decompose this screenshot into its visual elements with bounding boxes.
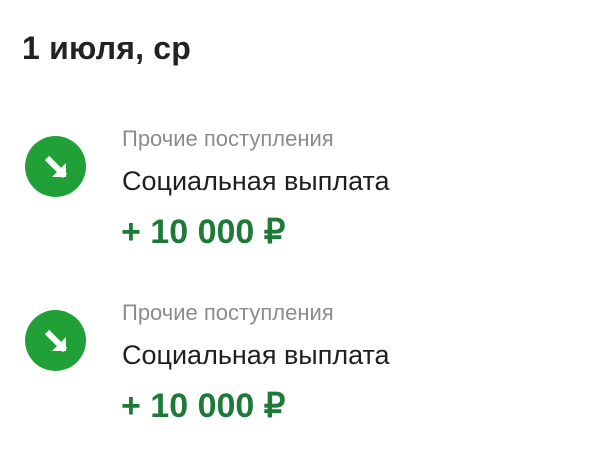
transaction-amount: + 10 000 ₽ — [121, 387, 286, 425]
arrow-down-right-icon — [25, 136, 86, 197]
transaction-category: Прочие поступления — [122, 126, 334, 151]
transaction-title: Социальная выплата — [122, 340, 390, 370]
transaction-amount: + 10 000 ₽ — [121, 213, 286, 251]
transaction-item[interactable]: Прочие поступления Социальная выплата + … — [0, 126, 604, 276]
transaction-title: Социальная выплата — [122, 166, 390, 196]
transaction-item[interactable]: Прочие поступления Социальная выплата + … — [0, 300, 604, 450]
day-header: 1 июля, ср — [22, 30, 192, 66]
transaction-category: Прочие поступления — [122, 300, 334, 325]
arrow-down-right-icon — [25, 310, 86, 371]
